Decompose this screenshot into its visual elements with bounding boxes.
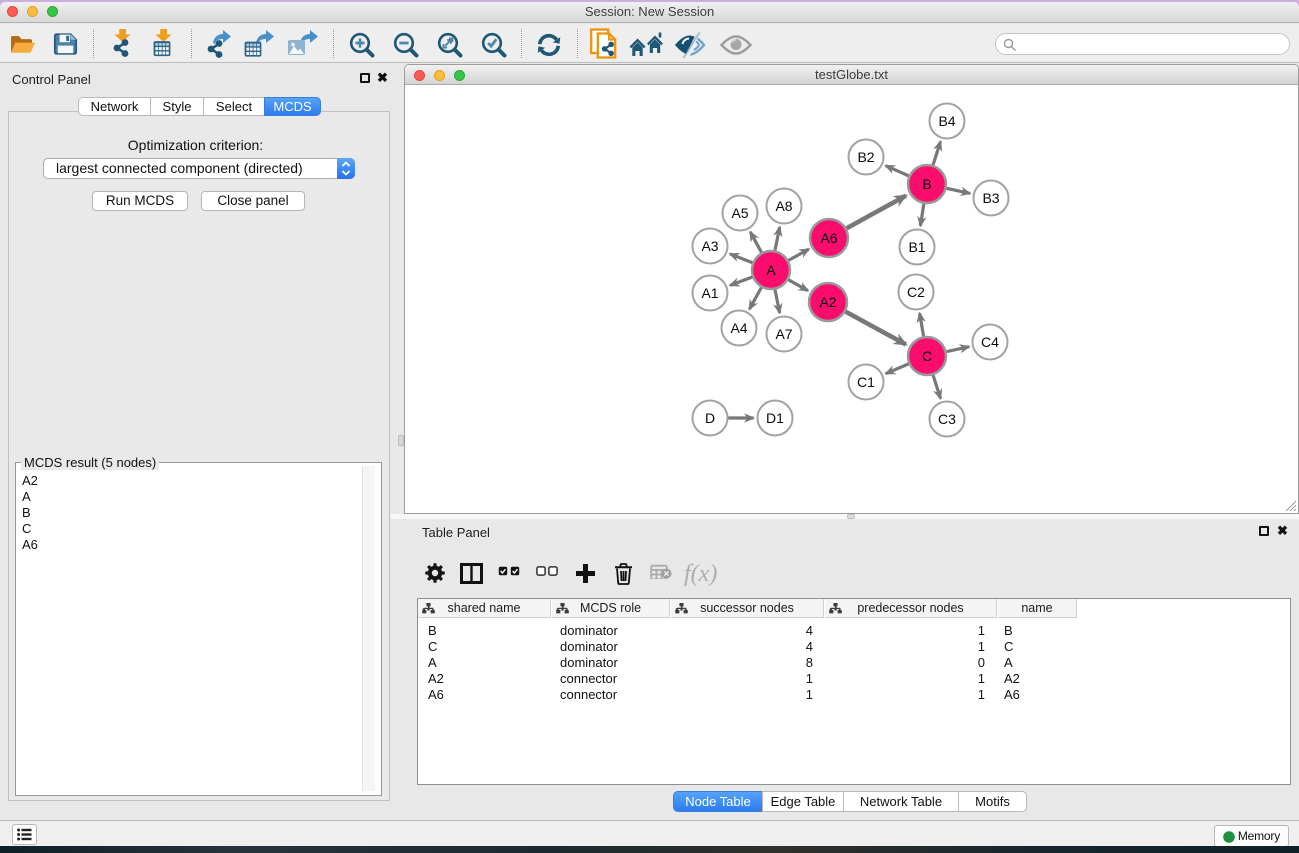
svg-text:B1: B1 bbox=[908, 239, 925, 255]
svg-text:A7: A7 bbox=[775, 326, 792, 342]
svg-text:B2: B2 bbox=[857, 149, 874, 165]
svg-text:A8: A8 bbox=[775, 198, 792, 214]
svg-text:A: A bbox=[766, 262, 776, 278]
svg-text:A2: A2 bbox=[819, 294, 836, 310]
svg-text:A3: A3 bbox=[701, 238, 718, 254]
svg-text:A4: A4 bbox=[730, 320, 747, 336]
svg-text:C3: C3 bbox=[938, 411, 956, 427]
svg-text:B: B bbox=[922, 176, 931, 192]
svg-text:C2: C2 bbox=[907, 284, 925, 300]
svg-text:B4: B4 bbox=[938, 113, 955, 129]
svg-text:D1: D1 bbox=[766, 410, 784, 426]
svg-text:A6: A6 bbox=[820, 230, 837, 246]
svg-text:C1: C1 bbox=[857, 374, 875, 390]
svg-text:C4: C4 bbox=[981, 334, 999, 350]
svg-text:C: C bbox=[922, 348, 932, 364]
svg-text:A1: A1 bbox=[701, 285, 718, 301]
svg-text:D: D bbox=[705, 410, 715, 426]
svg-text:B3: B3 bbox=[982, 190, 999, 206]
svg-text:A5: A5 bbox=[731, 205, 748, 221]
